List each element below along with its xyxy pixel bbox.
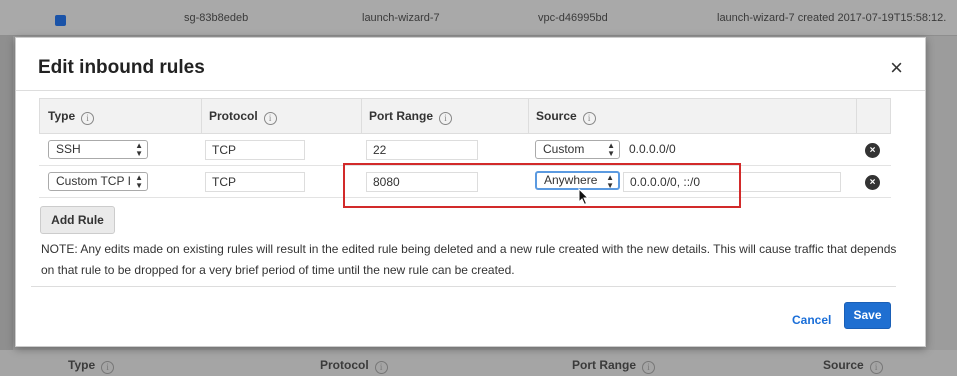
source-select[interactable]: Custom ▲ ▼ xyxy=(535,140,620,159)
info-icon[interactable]: i xyxy=(263,112,277,125)
rule-row: SSH ▲ ▼ TCP 22 Custom ▲ ▼ 0.0.0.0/0 × xyxy=(39,134,891,166)
add-rule-button[interactable]: Add Rule xyxy=(40,206,115,234)
background-sidebar-edge xyxy=(0,0,13,376)
close-icon[interactable]: × xyxy=(890,57,903,79)
column-header-type: Type i xyxy=(40,99,95,133)
column-header-protocol: Protocol i xyxy=(201,99,277,133)
info-icon: i xyxy=(101,361,115,374)
info-icon: i xyxy=(374,361,388,374)
bg-header-type: Type i xyxy=(68,358,115,374)
info-icon: i xyxy=(869,361,883,374)
bg-header-protocol: Protocol i xyxy=(320,358,388,374)
column-header-port-range: Port Range i xyxy=(361,99,453,133)
title-divider xyxy=(16,90,925,91)
dialog-title: Edit inbound rules xyxy=(38,57,205,78)
row-checkbox xyxy=(55,15,66,26)
type-select[interactable]: SSH ▲ ▼ xyxy=(48,140,148,159)
rules-table-header: Type i Protocol i Port Range i Source i xyxy=(39,98,891,134)
vpc-id-cell: vpc-d46995bd xyxy=(538,12,608,24)
annotation-highlight-box xyxy=(343,163,741,208)
group-id-cell: sg-83b8edeb xyxy=(184,12,249,24)
mouse-cursor-icon xyxy=(578,188,590,206)
remove-rule-icon[interactable]: × xyxy=(865,143,880,158)
column-divider xyxy=(856,99,857,133)
info-icon[interactable]: i xyxy=(439,112,453,125)
footer-divider xyxy=(31,286,896,287)
info-icon: i xyxy=(642,361,656,374)
bg-header-source: Source i xyxy=(823,358,883,374)
select-arrows-icon: ▲ ▼ xyxy=(607,140,615,158)
edit-warning-note: NOTE: Any edits made on existing rules w… xyxy=(41,242,897,277)
protocol-field: TCP xyxy=(205,172,305,192)
type-select[interactable]: Custom TCP I ▲ ▼ xyxy=(48,172,148,191)
cancel-button[interactable]: Cancel xyxy=(792,313,831,327)
source-cidr-input[interactable]: 0.0.0.0/0 xyxy=(623,140,841,160)
port-range-input[interactable]: 22 xyxy=(366,140,478,160)
protocol-field: TCP xyxy=(205,140,305,160)
info-icon[interactable]: i xyxy=(81,112,95,125)
info-icon[interactable]: i xyxy=(582,112,596,125)
column-header-source: Source i xyxy=(528,99,596,133)
background-table-row: sg-83b8edeb launch-wizard-7 vpc-d46995bd… xyxy=(0,0,957,36)
select-arrows-icon: ▲ ▼ xyxy=(135,172,143,190)
save-button[interactable]: Save xyxy=(844,302,891,329)
description-cell: launch-wizard-7 created 2017-07-19T15:58… xyxy=(717,12,947,24)
background-rules-header: Type i Protocol i Port Range i Source i xyxy=(0,350,957,376)
group-name-cell: launch-wizard-7 xyxy=(362,12,440,24)
remove-rule-icon[interactable]: × xyxy=(865,175,880,190)
bg-header-port-range: Port Range i xyxy=(572,358,656,374)
select-arrows-icon: ▲ ▼ xyxy=(135,140,143,158)
